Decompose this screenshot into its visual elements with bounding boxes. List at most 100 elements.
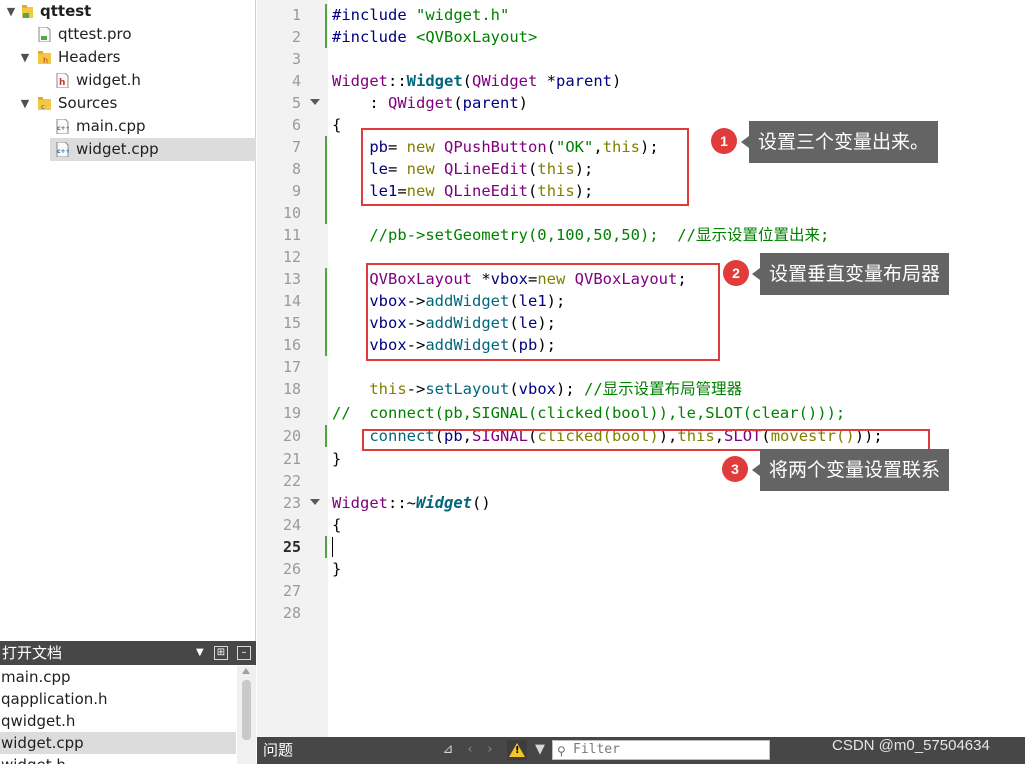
- svg-text:h: h: [43, 56, 48, 65]
- fold-marker-icon[interactable]: [310, 499, 320, 505]
- tree-item-label: Headers: [58, 48, 121, 66]
- filter-input[interactable]: ⚲ Filter: [552, 740, 770, 760]
- svg-text:c++: c++: [57, 125, 69, 132]
- chevron-left-icon[interactable]: ‹: [463, 741, 477, 759]
- line-number: 22: [282, 472, 301, 490]
- tree-item-widget-h[interactable]: h widget.h: [0, 69, 256, 92]
- tree-item-headers[interactable]: ▼ h Headers: [0, 46, 256, 69]
- code-line-19: // connect(pb,SIGNAL(clicked(bool)),le,S…: [332, 404, 846, 422]
- chevron-down-icon[interactable]: ▼: [18, 46, 32, 69]
- svg-text:c: c: [41, 103, 45, 111]
- project-name: qttest: [40, 2, 92, 20]
- open-docs-scrollbar[interactable]: [237, 666, 256, 764]
- line-number: 19: [282, 404, 301, 422]
- chevron-down-icon[interactable]: ▼: [18, 92, 32, 115]
- split-icon[interactable]: ⊞: [214, 646, 228, 660]
- open-doc-item[interactable]: widget.h: [0, 754, 236, 764]
- change-marker: [325, 4, 327, 48]
- line-number: 16: [282, 336, 301, 354]
- annotation-badge-1: 1: [711, 128, 737, 154]
- close-pane-icon[interactable]: –: [237, 646, 251, 660]
- search-icon: ⚲: [557, 744, 566, 758]
- open-documents-title: 打开文档: [2, 644, 63, 662]
- line-number: 24: [282, 516, 301, 534]
- open-doc-item[interactable]: widget.cpp: [0, 732, 236, 754]
- text-cursor: [332, 537, 333, 557]
- warning-filter-icon[interactable]: !: [507, 740, 527, 760]
- line-number: 9: [291, 182, 301, 200]
- line-number: 26: [282, 560, 301, 578]
- filter-funnel-icon[interactable]: ▼: [531, 741, 549, 759]
- code-line-6: {: [332, 116, 342, 134]
- chevron-down-icon[interactable]: ▼: [4, 0, 18, 23]
- pro-file-icon: [38, 27, 51, 42]
- code-line-5: : QWidget(parent): [332, 94, 529, 112]
- open-doc-item[interactable]: qwidget.h: [0, 710, 236, 732]
- line-number: 17: [282, 358, 301, 376]
- tree-item-label: Sources: [58, 94, 118, 112]
- open-doc-item[interactable]: main.cpp: [0, 666, 236, 688]
- line-number: 20: [282, 427, 301, 445]
- chevron-right-icon[interactable]: ›: [483, 741, 497, 759]
- qt-creator-window: ▼ qttest qttest.pro ▼ h Headers h widget…: [0, 0, 1025, 764]
- line-number: 14: [282, 292, 301, 310]
- line-number: 2: [291, 28, 301, 46]
- svg-text:c++: c++: [57, 148, 69, 155]
- tree-item-label: widget.cpp: [76, 140, 159, 158]
- tree-project-root[interactable]: ▼ qttest: [0, 0, 256, 23]
- annotation-text-3: 将两个变量设置联系: [769, 459, 941, 481]
- folder-headers-icon: h: [38, 51, 51, 65]
- callout-pointer: [741, 136, 749, 148]
- code-line-26: }: [332, 560, 342, 578]
- annotation-text-1: 设置三个变量出来。: [758, 131, 930, 153]
- change-marker: [325, 536, 327, 558]
- line-number: 7: [291, 138, 301, 156]
- code-line-1: #include "widget.h": [332, 6, 510, 24]
- line-number: 5: [291, 94, 301, 112]
- code-line-21: }: [332, 450, 342, 468]
- annotation-text-2: 设置垂直变量布局器: [769, 263, 941, 285]
- line-number: 15: [282, 314, 301, 332]
- tree-item-widget-cpp[interactable]: c++ widget.cpp: [50, 138, 256, 161]
- callout-pointer: [752, 464, 760, 476]
- code-line-23: Widget::~Widget(): [332, 494, 491, 512]
- highlight-box-1: [361, 128, 689, 206]
- open-doc-item[interactable]: qapplication.h: [0, 688, 236, 710]
- issues-tab-label[interactable]: 问题: [263, 737, 293, 764]
- watermark: CSDN @m0_57504634: [832, 737, 990, 754]
- line-number: 28: [282, 604, 301, 622]
- svg-text:h: h: [59, 78, 65, 88]
- line-number: 12: [282, 248, 301, 266]
- tree-item-main-cpp[interactable]: c++ main.cpp: [0, 115, 256, 138]
- code-line-18: this->setLayout(vbox); //显示设置布局管理器: [369, 380, 743, 398]
- tree-item-sources[interactable]: ▼ c Sources: [0, 92, 256, 115]
- code-line-24: {: [332, 516, 342, 534]
- tree-item-label: main.cpp: [76, 117, 146, 135]
- line-number-current: 25: [282, 538, 301, 556]
- change-marker: [325, 136, 327, 224]
- highlight-box-3: [362, 429, 930, 451]
- dropdown-arrow-icon[interactable]: ▼: [196, 641, 204, 665]
- scroll-up-icon[interactable]: [242, 668, 250, 674]
- tree-item-pro[interactable]: qttest.pro: [0, 23, 256, 46]
- line-number: 27: [282, 582, 301, 600]
- line-number: 3: [291, 50, 301, 68]
- folder-sources-icon: c: [38, 97, 51, 111]
- fold-marker-icon[interactable]: [310, 99, 320, 105]
- annotation-badge-2: 2: [723, 260, 749, 286]
- cpp-file-icon: c++: [56, 119, 69, 134]
- change-marker: [325, 268, 327, 356]
- header-file-icon: h: [56, 73, 69, 88]
- line-number: 1: [291, 6, 301, 24]
- build-issues-icon[interactable]: ⊿: [439, 741, 457, 759]
- change-marker: [325, 425, 327, 447]
- callout-pointer: [752, 268, 760, 280]
- line-number: 23: [282, 494, 301, 512]
- cpp-file-icon: c++: [56, 142, 69, 157]
- code-line-11: //pb->setGeometry(0,100,50,50); //显示设置位置…: [332, 226, 830, 244]
- line-number: 11: [282, 226, 301, 244]
- code-line-4: Widget::Widget(QWidget *parent): [332, 72, 622, 90]
- annotation-callout-3: 将两个变量设置联系: [752, 449, 950, 491]
- open-documents-header: 打开文档 ▼ ⊞ –: [0, 641, 256, 665]
- scroll-thumb[interactable]: [242, 680, 251, 740]
